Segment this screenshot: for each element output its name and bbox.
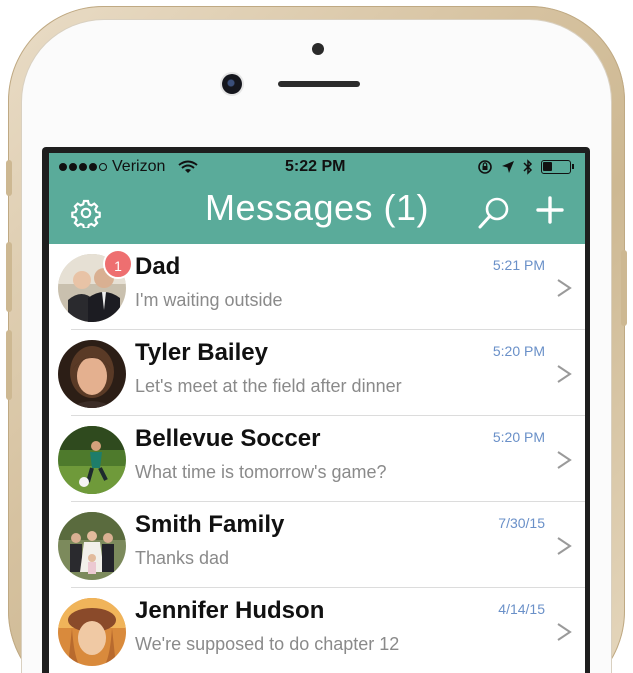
- chevron-right-icon: [553, 535, 575, 562]
- conversation-row[interactable]: Bellevue Soccer What time is tomorrow's …: [49, 416, 585, 502]
- bluetooth-icon: [523, 159, 533, 175]
- earpiece-speaker: [278, 81, 360, 87]
- conversation-row[interactable]: Smith Family Thanks dad 7/30/15: [49, 502, 585, 588]
- contact-name: Smith Family: [135, 511, 285, 538]
- search-icon: [478, 197, 509, 229]
- volume-down-button: [6, 330, 12, 400]
- rotation-lock-icon: [478, 160, 492, 174]
- avatar: [58, 426, 126, 494]
- power-button: [621, 250, 627, 326]
- new-message-button[interactable]: [535, 195, 565, 230]
- carrier-label: Verizon: [112, 158, 166, 175]
- message-time: 5:20 PM: [492, 429, 545, 445]
- chevron-right-icon: [553, 277, 575, 304]
- plus-icon: [536, 196, 564, 224]
- conversation-row[interactable]: Tyler Bailey Let's meet at the field aft…: [49, 330, 585, 416]
- conversation-row[interactable]: 1 Dad I'm waiting outside 5:21 PM: [49, 244, 585, 330]
- settings-button[interactable]: [71, 198, 101, 233]
- location-icon: [502, 161, 514, 173]
- signal-strength-icon: [59, 163, 107, 171]
- message-time: 5:21 PM: [492, 257, 545, 273]
- wifi-icon: [178, 160, 198, 179]
- battery-icon: [541, 160, 574, 174]
- message-preview: Let's meet at the field after dinner: [135, 376, 402, 396]
- volume-up-button: [6, 242, 12, 312]
- status-time: 5:22 PM: [285, 158, 346, 175]
- screen: Verizon 5:22 PM Messages (1) 1 Dad I'm w…: [49, 153, 585, 673]
- chevron-right-icon: [553, 363, 575, 390]
- conversation-list: 1 Dad I'm waiting outside 5:21 PM Tyler …: [49, 244, 585, 673]
- conversation-row[interactable]: Jennifer Hudson We're supposed to do cha…: [49, 588, 585, 673]
- proximity-sensor: [312, 43, 324, 55]
- message-preview: Thanks dad: [135, 548, 230, 568]
- front-camera: [222, 74, 242, 94]
- avatar: [58, 598, 126, 666]
- search-button[interactable]: [477, 195, 511, 236]
- battery-level: [543, 162, 552, 171]
- contact-name: Tyler Bailey: [135, 339, 268, 366]
- status-bar: Verizon 5:22 PM: [49, 153, 585, 183]
- unread-badge: 1: [103, 249, 133, 279]
- chevron-right-icon: [553, 449, 575, 476]
- contact-name: Bellevue Soccer: [135, 425, 321, 452]
- status-icons: [477, 159, 574, 175]
- message-time: 4/14/15: [498, 601, 545, 617]
- gear-icon: [71, 199, 101, 230]
- contact-name: Dad: [135, 253, 181, 280]
- message-time: 5:20 PM: [492, 343, 545, 359]
- message-preview: What time is tomorrow's game?: [135, 462, 387, 482]
- avatar: [58, 340, 126, 408]
- avatar: [58, 512, 126, 580]
- message-preview: I'm waiting outside: [135, 290, 283, 310]
- contact-name: Jennifer Hudson: [135, 597, 325, 624]
- message-time: 7/30/15: [498, 515, 545, 531]
- chevron-right-icon: [553, 621, 575, 648]
- mute-switch: [6, 160, 12, 196]
- message-preview: We're supposed to do chapter 12: [135, 634, 400, 654]
